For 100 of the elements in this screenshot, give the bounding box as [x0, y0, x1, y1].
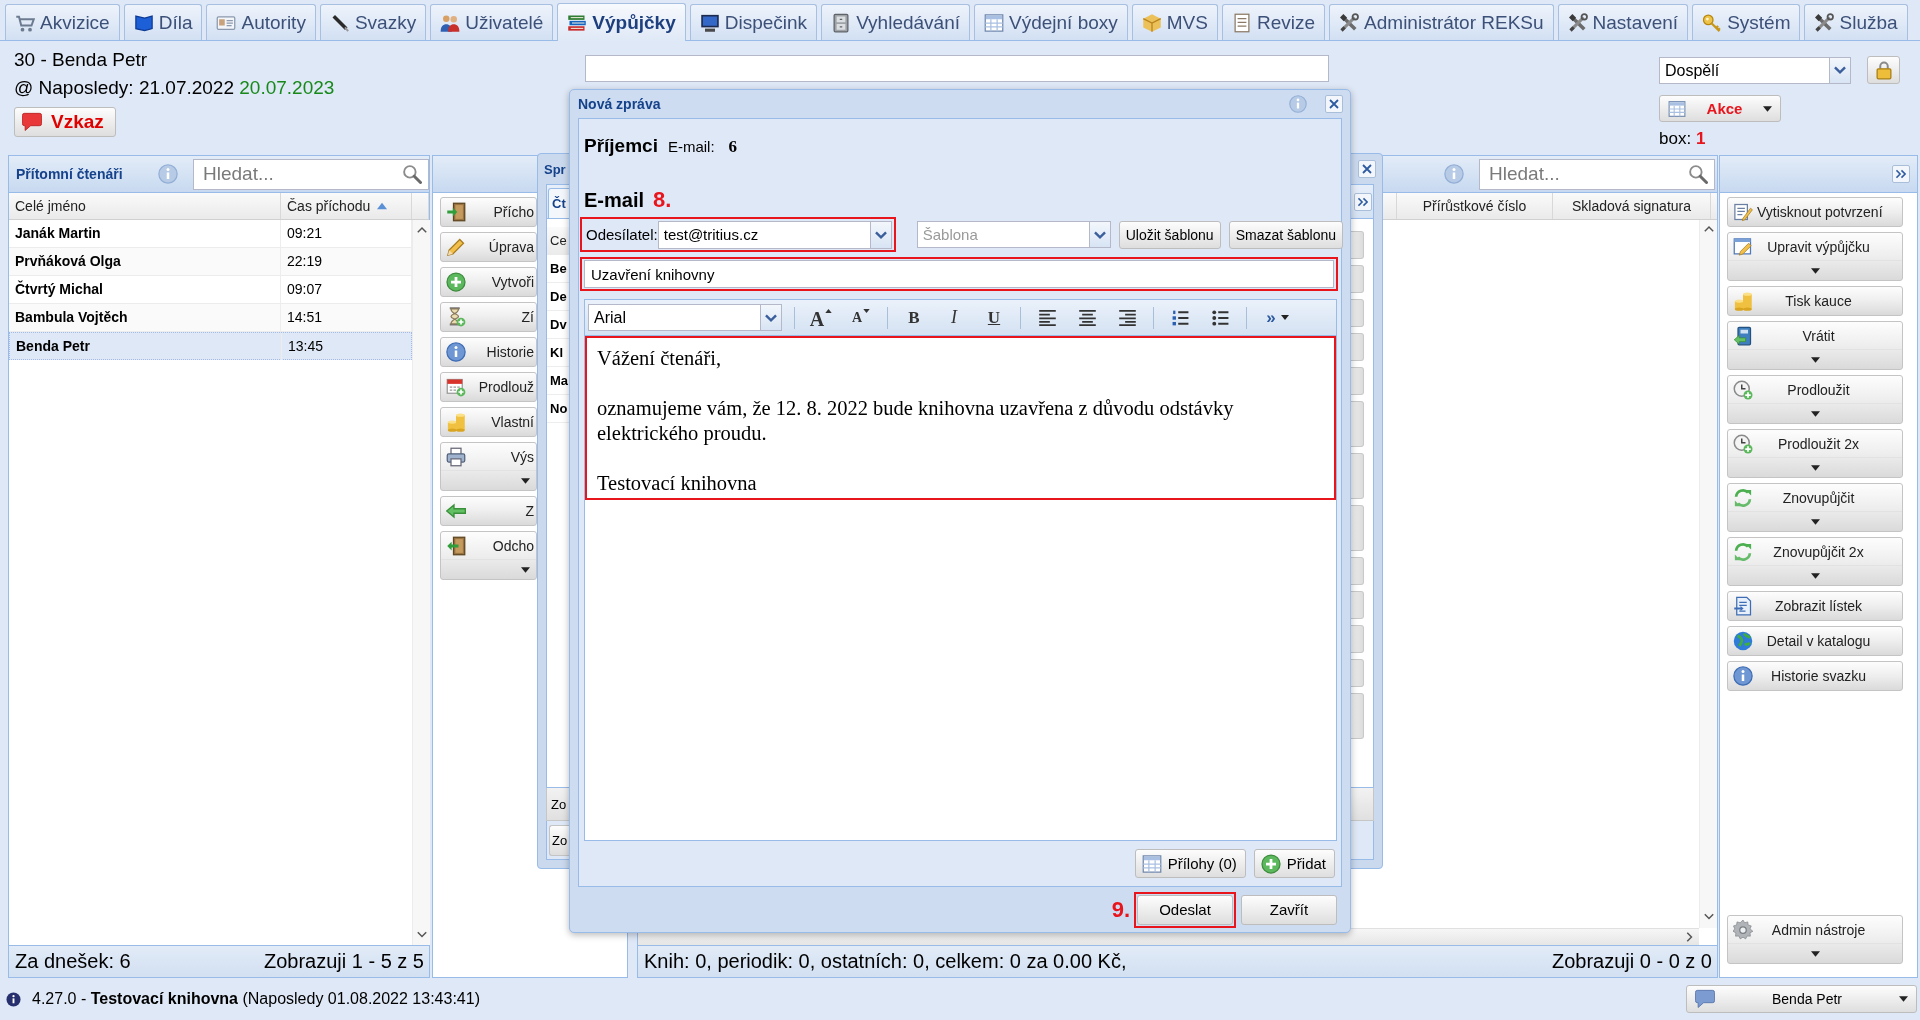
template-field[interactable]: Šablona: [916, 221, 1089, 248]
input-field[interactable]: [585, 55, 1329, 82]
table-row[interactable]: Prvňáková Olga 22:19: [9, 248, 412, 276]
tab[interactable]: Díla: [123, 4, 203, 40]
admin-tools-button[interactable]: Admin nástroje: [1727, 915, 1903, 964]
side-button[interactable]: [1351, 401, 1364, 447]
numbered-list-icon: [1171, 309, 1189, 326]
tab[interactable]: Dispečink: [689, 4, 818, 40]
column-header[interactable]: Čas příchodu: [281, 193, 412, 219]
vertical-scrollbar[interactable]: [1699, 220, 1717, 928]
catalog-detail-button[interactable]: Detail v katalogu: [1727, 626, 1903, 656]
side-button[interactable]: [1351, 505, 1364, 551]
tab[interactable]: Svazky: [319, 4, 427, 40]
close-button[interactable]: [1325, 95, 1343, 113]
action-button[interactable]: Historie: [440, 337, 537, 367]
print-confirmation-button[interactable]: Vytisknout potvrzení: [1727, 197, 1903, 227]
tab[interactable]: Revize: [1222, 4, 1326, 40]
close-dialog-button[interactable]: Zavřít: [1241, 894, 1337, 925]
tab[interactable]: Výdejní boxy: [974, 4, 1128, 40]
edit-loan-button[interactable]: Upravit výpůjčku: [1727, 232, 1903, 281]
dropdown-button[interactable]: [1088, 221, 1111, 248]
side-button[interactable]: [1351, 693, 1364, 739]
side-button[interactable]: [1351, 333, 1364, 361]
reloan-button[interactable]: Znovupůjčit: [1727, 483, 1903, 532]
search-field[interactable]: Hledat...: [193, 158, 429, 190]
action-button[interactable]: Vytvoři: [440, 267, 537, 297]
caret-icon: [1810, 267, 1820, 274]
tab[interactable]: Systém: [1692, 4, 1801, 40]
table-row[interactable]: Bambula Vojtěch 14:51: [9, 304, 412, 332]
underline-button[interactable]: U: [980, 304, 1008, 331]
tab[interactable]: Čt: [548, 188, 572, 218]
coins-icon: [1733, 291, 1753, 311]
font-size-decrease-button[interactable]: A: [847, 304, 875, 331]
tab[interactable]: Akvizice: [5, 4, 120, 40]
action-button[interactable]: Zí: [440, 302, 537, 332]
side-button[interactable]: [1351, 265, 1364, 293]
column-header[interactable]: Skladová signatura: [1553, 193, 1711, 219]
caret-icon: [1834, 64, 1846, 76]
action-button[interactable]: Vlastní: [440, 407, 537, 437]
tab[interactable]: Služba: [1804, 4, 1908, 40]
category-dropdown[interactable]: Dospělí: [1659, 56, 1829, 84]
add-button[interactable]: Přidat: [1253, 849, 1335, 878]
side-button[interactable]: [1351, 367, 1364, 395]
column-header[interactable]: Celé jméno: [9, 193, 281, 219]
volume-history-button[interactable]: Historie svazku: [1727, 661, 1903, 691]
attachments-button[interactable]: Přílohy (0): [1134, 849, 1246, 878]
return-button[interactable]: Vrátit: [1727, 321, 1903, 370]
close-button[interactable]: [1358, 160, 1376, 178]
show-slip-button[interactable]: Zobrazit lístek: [1727, 591, 1903, 621]
tab[interactable]: Vyhledávání: [821, 4, 970, 40]
side-button[interactable]: [1351, 299, 1364, 327]
tab[interactable]: Výpůjčky: [557, 3, 686, 41]
footer-button[interactable]: Zo: [549, 824, 569, 856]
collapse-button[interactable]: [1354, 192, 1372, 211]
action-button[interactable]: Úprava: [440, 232, 537, 262]
tab[interactable]: Autority: [206, 4, 316, 40]
renew-twice-button[interactable]: Prodloužit 2x: [1727, 429, 1903, 478]
reloan-twice-button[interactable]: Znovupůjčit 2x: [1727, 537, 1903, 586]
action-button[interactable]: Přícho: [440, 197, 537, 227]
search-field[interactable]: Hledat...: [1479, 158, 1715, 190]
action-button[interactable]: Z: [440, 496, 537, 526]
dropdown-button[interactable]: [869, 220, 892, 249]
lock-button[interactable]: [1867, 56, 1900, 84]
sender-field[interactable]: test@tritius.cz: [657, 220, 870, 249]
tab[interactable]: MVS: [1131, 4, 1218, 40]
collapse-button[interactable]: [1892, 165, 1910, 183]
user-button[interactable]: Benda Petr: [1686, 985, 1917, 1013]
dropdown-button[interactable]: [1829, 56, 1851, 84]
tab[interactable]: Administrátor REKSu: [1329, 4, 1554, 40]
actions-button[interactable]: Akce: [1659, 95, 1781, 122]
bold-button[interactable]: B: [900, 304, 928, 331]
vertical-scrollbar[interactable]: [412, 220, 430, 945]
subject-field[interactable]: Uzavření knihovny: [584, 260, 1334, 288]
paging-text: Zobrazuji 0 - 0 z 0: [1551, 950, 1712, 973]
side-button[interactable]: [1351, 591, 1364, 619]
more-button[interactable]: »: [1259, 304, 1296, 331]
font-field[interactable]: Arial: [588, 304, 760, 331]
dropdown-button[interactable]: [760, 304, 782, 331]
paging-text: Zobrazuji 1 - 5 z 5: [263, 950, 424, 973]
renew-button[interactable]: Prodloužit: [1727, 375, 1903, 424]
message-button[interactable]: Vzkaz: [14, 107, 116, 137]
template-button[interactable]: Smazat šablonu: [1228, 220, 1344, 249]
italic-button[interactable]: I: [940, 304, 968, 331]
side-button[interactable]: [1351, 659, 1364, 687]
tab[interactable]: Uživatelé: [430, 4, 554, 40]
action-button[interactable]: Prodlouž: [440, 372, 537, 402]
action-button[interactable]: Výs: [440, 442, 537, 491]
column-header[interactable]: Přírůstkové číslo: [1397, 193, 1553, 219]
template-button[interactable]: Uložit šablonu: [1118, 220, 1221, 249]
tab[interactable]: Nastavení: [1557, 4, 1689, 40]
deposit-print-button[interactable]: Tisk kauce: [1727, 286, 1903, 316]
table-row[interactable]: Benda Petr 13:45: [9, 332, 412, 360]
side-button[interactable]: [1351, 453, 1364, 499]
side-button[interactable]: [1351, 231, 1364, 259]
font-size-increase-button[interactable]: A: [807, 304, 835, 331]
send-button[interactable]: Odeslat: [1137, 894, 1233, 925]
action-button[interactable]: Odcho: [440, 531, 537, 580]
side-button[interactable]: [1351, 557, 1364, 585]
side-button[interactable]: [1351, 625, 1364, 653]
text-editor[interactable]: Vážení čtenáři, oznamujeme vám, že 12. 8. 2022 bude knihovna uzavřena z důvodu odstávky elektrického proudu. Testovací knihovna: [585, 336, 1336, 840]
